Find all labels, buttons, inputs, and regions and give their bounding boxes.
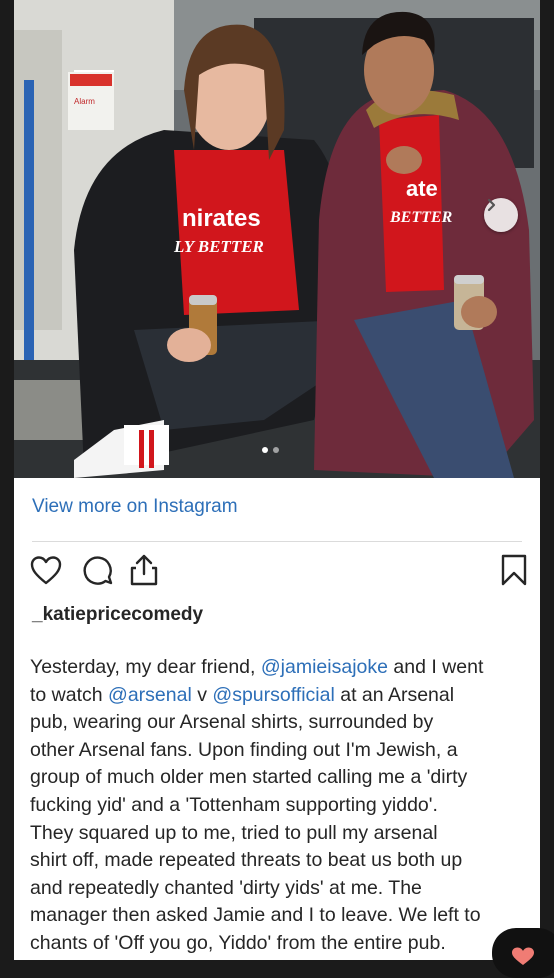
- caption-text: v: [191, 683, 213, 706]
- heart-icon[interactable]: [28, 552, 64, 588]
- bookmark-icon[interactable]: [498, 552, 530, 588]
- carousel-dot-active: [262, 447, 268, 453]
- caption-mention-link[interactable]: @arsenal: [108, 684, 192, 706]
- shirt-text-right-2: BETTER: [389, 209, 453, 226]
- instagram-embed-card: Alarm nirates LY BETTER ate BETTER View …: [14, 0, 540, 960]
- caption-mention-link[interactable]: @spursofficial: [212, 684, 334, 706]
- carousel-next-button[interactable]: [484, 198, 518, 232]
- alarm-sign-text: Alarm: [74, 97, 95, 106]
- post-photo[interactable]: Alarm nirates LY BETTER ate BETTER: [14, 0, 540, 478]
- shirt-text-left-2: LY BETTER: [173, 237, 264, 256]
- photo-illustration: Alarm nirates LY BETTER ate BETTER: [14, 0, 540, 478]
- shirt-text-left-1: nirates: [182, 205, 261, 232]
- post-username[interactable]: _katiepricecomedy: [32, 604, 203, 626]
- caption-text: Yesterday, my dear friend,: [30, 656, 261, 678]
- divider: [32, 541, 522, 542]
- carousel-indicator: [262, 447, 279, 453]
- view-more-on-instagram-link[interactable]: View more on Instagram: [32, 496, 238, 518]
- chevron-right-icon: [487, 198, 496, 212]
- share-icon[interactable]: [126, 552, 162, 588]
- post-actions-bar: [28, 552, 527, 592]
- reaction-heart-icon: [512, 947, 534, 965]
- comment-icon[interactable]: [80, 552, 116, 588]
- carousel-dot: [273, 447, 279, 453]
- shirt-text-right-1: ate: [406, 176, 438, 201]
- caption-mention-link[interactable]: @jamieisajoke: [261, 656, 388, 678]
- post-caption: Yesterday, my dear friend, @jamieisajoke…: [30, 654, 532, 958]
- caption-text: at an Arsenal pub, wearing our Arsenal s…: [30, 683, 481, 954]
